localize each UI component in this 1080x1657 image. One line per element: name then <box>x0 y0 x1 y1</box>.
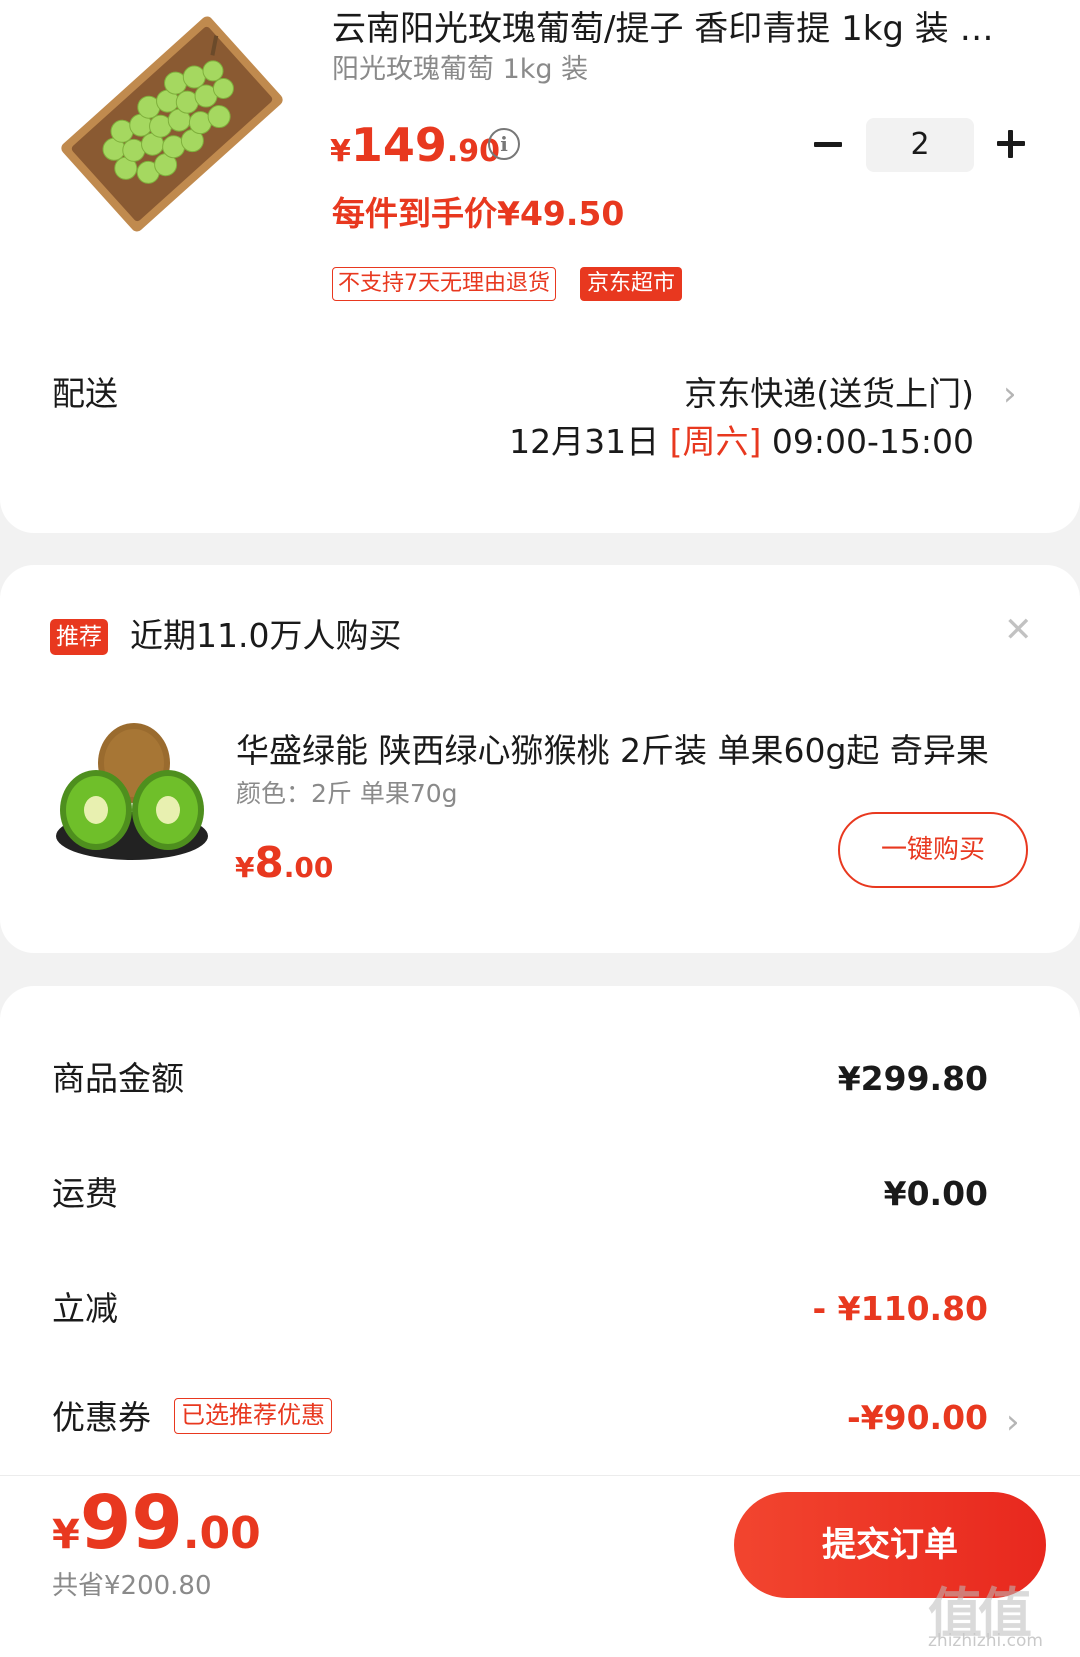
goods-amount-label: 商品金额 <box>52 1059 184 1098</box>
shipping-fee-value: ¥0.00 <box>883 1174 988 1213</box>
price-decimal: .00 <box>283 851 334 884</box>
recommend-badge: 推荐 <box>50 619 108 655</box>
site-watermark: 值值值 zhizhizhi.com <box>928 1569 1068 1653</box>
recommendation-title: 近期11.0万人购买 <box>130 616 402 655</box>
quantity-input[interactable]: 2 <box>866 118 974 172</box>
product-price: ¥149.90 <box>330 118 500 172</box>
plus-icon[interactable] <box>994 127 1028 161</box>
delivery-date: 12月31日 <box>509 422 660 461</box>
delivery-time[interactable]: 12月31日 [周六] 09:00-15:00 <box>509 420 974 464</box>
product-title[interactable]: 云南阳光玫瑰葡萄/提子 香印青提 1kg 装 精选大果 <box>332 6 1022 52</box>
delivery-label: 配送 <box>52 374 118 413</box>
currency-symbol: ¥ <box>330 134 351 169</box>
no-return-tag: 不支持7天无理由退货 <box>332 267 556 301</box>
price-integer: 149 <box>350 118 447 172</box>
grape-product-image[interactable] <box>52 4 292 244</box>
instant-discount-value: - ¥110.80 <box>812 1289 989 1328</box>
jd-supermarket-tag: 京东超市 <box>580 267 683 301</box>
instant-discount-label: 立减 <box>52 1289 118 1328</box>
unit-price-label: 每件到手价¥49.50 <box>332 194 625 233</box>
recommended-product-price: ¥8.00 <box>235 838 333 887</box>
price-integer: 99 <box>79 1480 183 1566</box>
total-saved: 共省¥200.80 <box>52 1571 212 1601</box>
one-click-buy-button[interactable]: 一键购买 <box>838 812 1028 888</box>
total-price: ¥99.00 <box>52 1480 261 1566</box>
delivery-weekday: [周六] <box>669 422 762 461</box>
recommended-product-spec: 颜色：2斤 单果70g <box>236 779 458 808</box>
delivery-hours: 09:00-15:00 <box>771 422 974 461</box>
shipping-fee-label: 运费 <box>52 1174 118 1213</box>
coupon-selected-tag[interactable]: 已选推荐优惠 <box>174 1398 332 1434</box>
currency-symbol: ¥ <box>52 1512 80 1558</box>
info-icon[interactable]: i <box>488 128 520 160</box>
chevron-right-icon[interactable]: › <box>1003 374 1017 414</box>
delivery-service[interactable]: 京东快递(送货上门) <box>684 372 974 416</box>
price-integer: 8 <box>254 838 284 887</box>
close-icon[interactable]: ✕ <box>1004 610 1033 650</box>
product-spec: 阳光玫瑰葡萄 1kg 装 <box>332 54 589 85</box>
minus-icon[interactable] <box>812 127 846 161</box>
coupon-label: 优惠券 <box>52 1398 151 1437</box>
price-decimal: .00 <box>182 1508 261 1559</box>
coupon-value[interactable]: -¥90.00 <box>847 1396 988 1440</box>
goods-amount-value: ¥299.80 <box>837 1059 988 1098</box>
chevron-right-icon[interactable]: › <box>1006 1402 1020 1442</box>
currency-symbol: ¥ <box>235 851 255 884</box>
kiwi-product-image[interactable] <box>52 718 212 868</box>
recommended-product-name[interactable]: 华盛绿能 陕西绿心猕猴桃 2斤装 单果60g起 奇异果 <box>236 729 1012 773</box>
watermark-domain: zhizhizhi.com <box>928 1631 1043 1651</box>
